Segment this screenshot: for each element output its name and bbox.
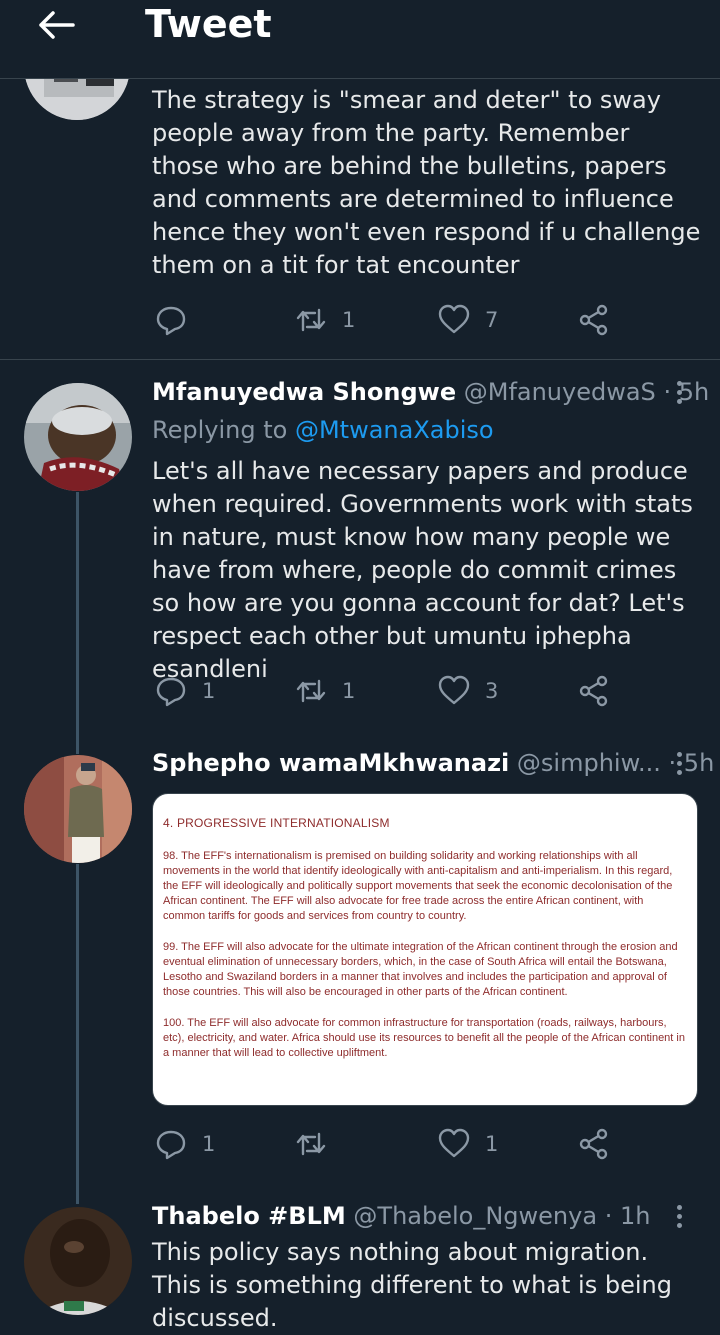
tweet-author[interactable]: Sphepho wamaMkhwanazi @simphiw... · 5h <box>152 749 714 777</box>
like-button[interactable]: 1 <box>437 1126 498 1162</box>
image-heading: 4. PROGRESSIVE INTERNATIONALISM <box>163 816 390 830</box>
thread-line <box>76 492 79 754</box>
share-icon <box>579 304 608 336</box>
retweet-button[interactable] <box>294 1126 342 1162</box>
share-button[interactable] <box>577 1126 611 1162</box>
display-name[interactable]: Thabelo #BLM <box>152 1202 346 1230</box>
share-button[interactable] <box>577 302 611 338</box>
like-button[interactable]: 7 <box>437 302 498 338</box>
display-name[interactable]: Sphepho wamaMkhwanazi <box>152 749 509 777</box>
user-handle[interactable]: @MfanuyedwaS <box>464 378 656 406</box>
avatar[interactable] <box>24 755 132 863</box>
share-icon <box>579 675 608 707</box>
retweet-count: 1 <box>342 308 356 332</box>
retweet-icon <box>296 308 326 332</box>
image-paragraph: 99. The EFF will also advocate for the u… <box>163 941 678 998</box>
like-icon <box>438 304 470 334</box>
like-button[interactable]: 3 <box>437 673 498 709</box>
tweet-text: The strategy is "smear and deter" to swa… <box>152 86 701 279</box>
more-icon[interactable] <box>677 752 683 778</box>
reply-icon <box>156 677 186 707</box>
page-title: Tweet <box>145 2 272 46</box>
retweet-icon <box>296 679 326 703</box>
attached-image[interactable]: 4. PROGRESSIVE INTERNATIONALISM 98. The … <box>152 793 698 1106</box>
retweet-button[interactable]: 1 <box>294 673 355 709</box>
timestamp: · 1h <box>604 1202 651 1230</box>
back-arrow-icon[interactable] <box>36 10 76 40</box>
divider <box>0 359 720 360</box>
retweet-button[interactable]: 1 <box>294 302 355 338</box>
share-button[interactable] <box>577 673 611 709</box>
display-name[interactable]: Mfanuyedwa Shongwe <box>152 378 456 406</box>
reply-icon <box>156 306 186 336</box>
timestamp: · 5h <box>663 378 710 406</box>
like-count: 7 <box>485 308 499 332</box>
reply-button[interactable] <box>154 302 202 338</box>
image-paragraph: 98. The EFF's internationalism is premis… <box>163 850 673 922</box>
share-icon <box>579 1128 608 1160</box>
tweet-actions: 1 1 <box>152 1126 622 1162</box>
user-handle[interactable]: @simphiw... <box>517 749 661 777</box>
reply-button[interactable]: 1 <box>154 1126 215 1162</box>
like-count: 1 <box>485 1132 499 1156</box>
user-handle[interactable]: @Thabelo_Ngwenya <box>353 1202 597 1230</box>
mention-link[interactable]: @MtwanaXabiso <box>295 416 494 444</box>
thread-line <box>76 864 79 1204</box>
replying-to: Replying to @MtwanaXabiso <box>152 416 494 444</box>
like-icon <box>438 1128 470 1158</box>
more-icon[interactable] <box>677 1205 683 1231</box>
top-bar: Tweet <box>0 0 720 79</box>
image-paragraph: 100. The EFF will also advocate for comm… <box>163 1017 685 1059</box>
reply-icon <box>156 1130 186 1160</box>
tweet-actions: 1 7 <box>152 302 622 338</box>
reply-button[interactable]: 1 <box>154 673 215 709</box>
like-count: 3 <box>485 679 499 703</box>
tweet-author[interactable]: Mfanuyedwa Shongwe @MfanuyedwaS · 5h <box>152 378 709 406</box>
tweet-text: This policy says nothing about migration… <box>152 1238 672 1332</box>
retweet-icon <box>296 1132 326 1156</box>
avatar[interactable] <box>24 383 132 491</box>
more-icon[interactable] <box>677 381 683 407</box>
reply-count: 1 <box>202 1132 216 1156</box>
reply-count: 1 <box>202 679 216 703</box>
like-icon <box>438 675 470 705</box>
tweet-author[interactable]: Thabelo #BLM @Thabelo_Ngwenya · 1h <box>152 1202 650 1230</box>
tweet-text: Let's all have necessary papers and prod… <box>152 457 693 683</box>
timestamp: · 5h <box>668 749 715 777</box>
tweet-actions: 1 1 3 <box>152 673 622 709</box>
retweet-count: 1 <box>342 679 356 703</box>
avatar[interactable] <box>24 1207 132 1315</box>
replying-to-label: Replying to <box>152 416 288 444</box>
